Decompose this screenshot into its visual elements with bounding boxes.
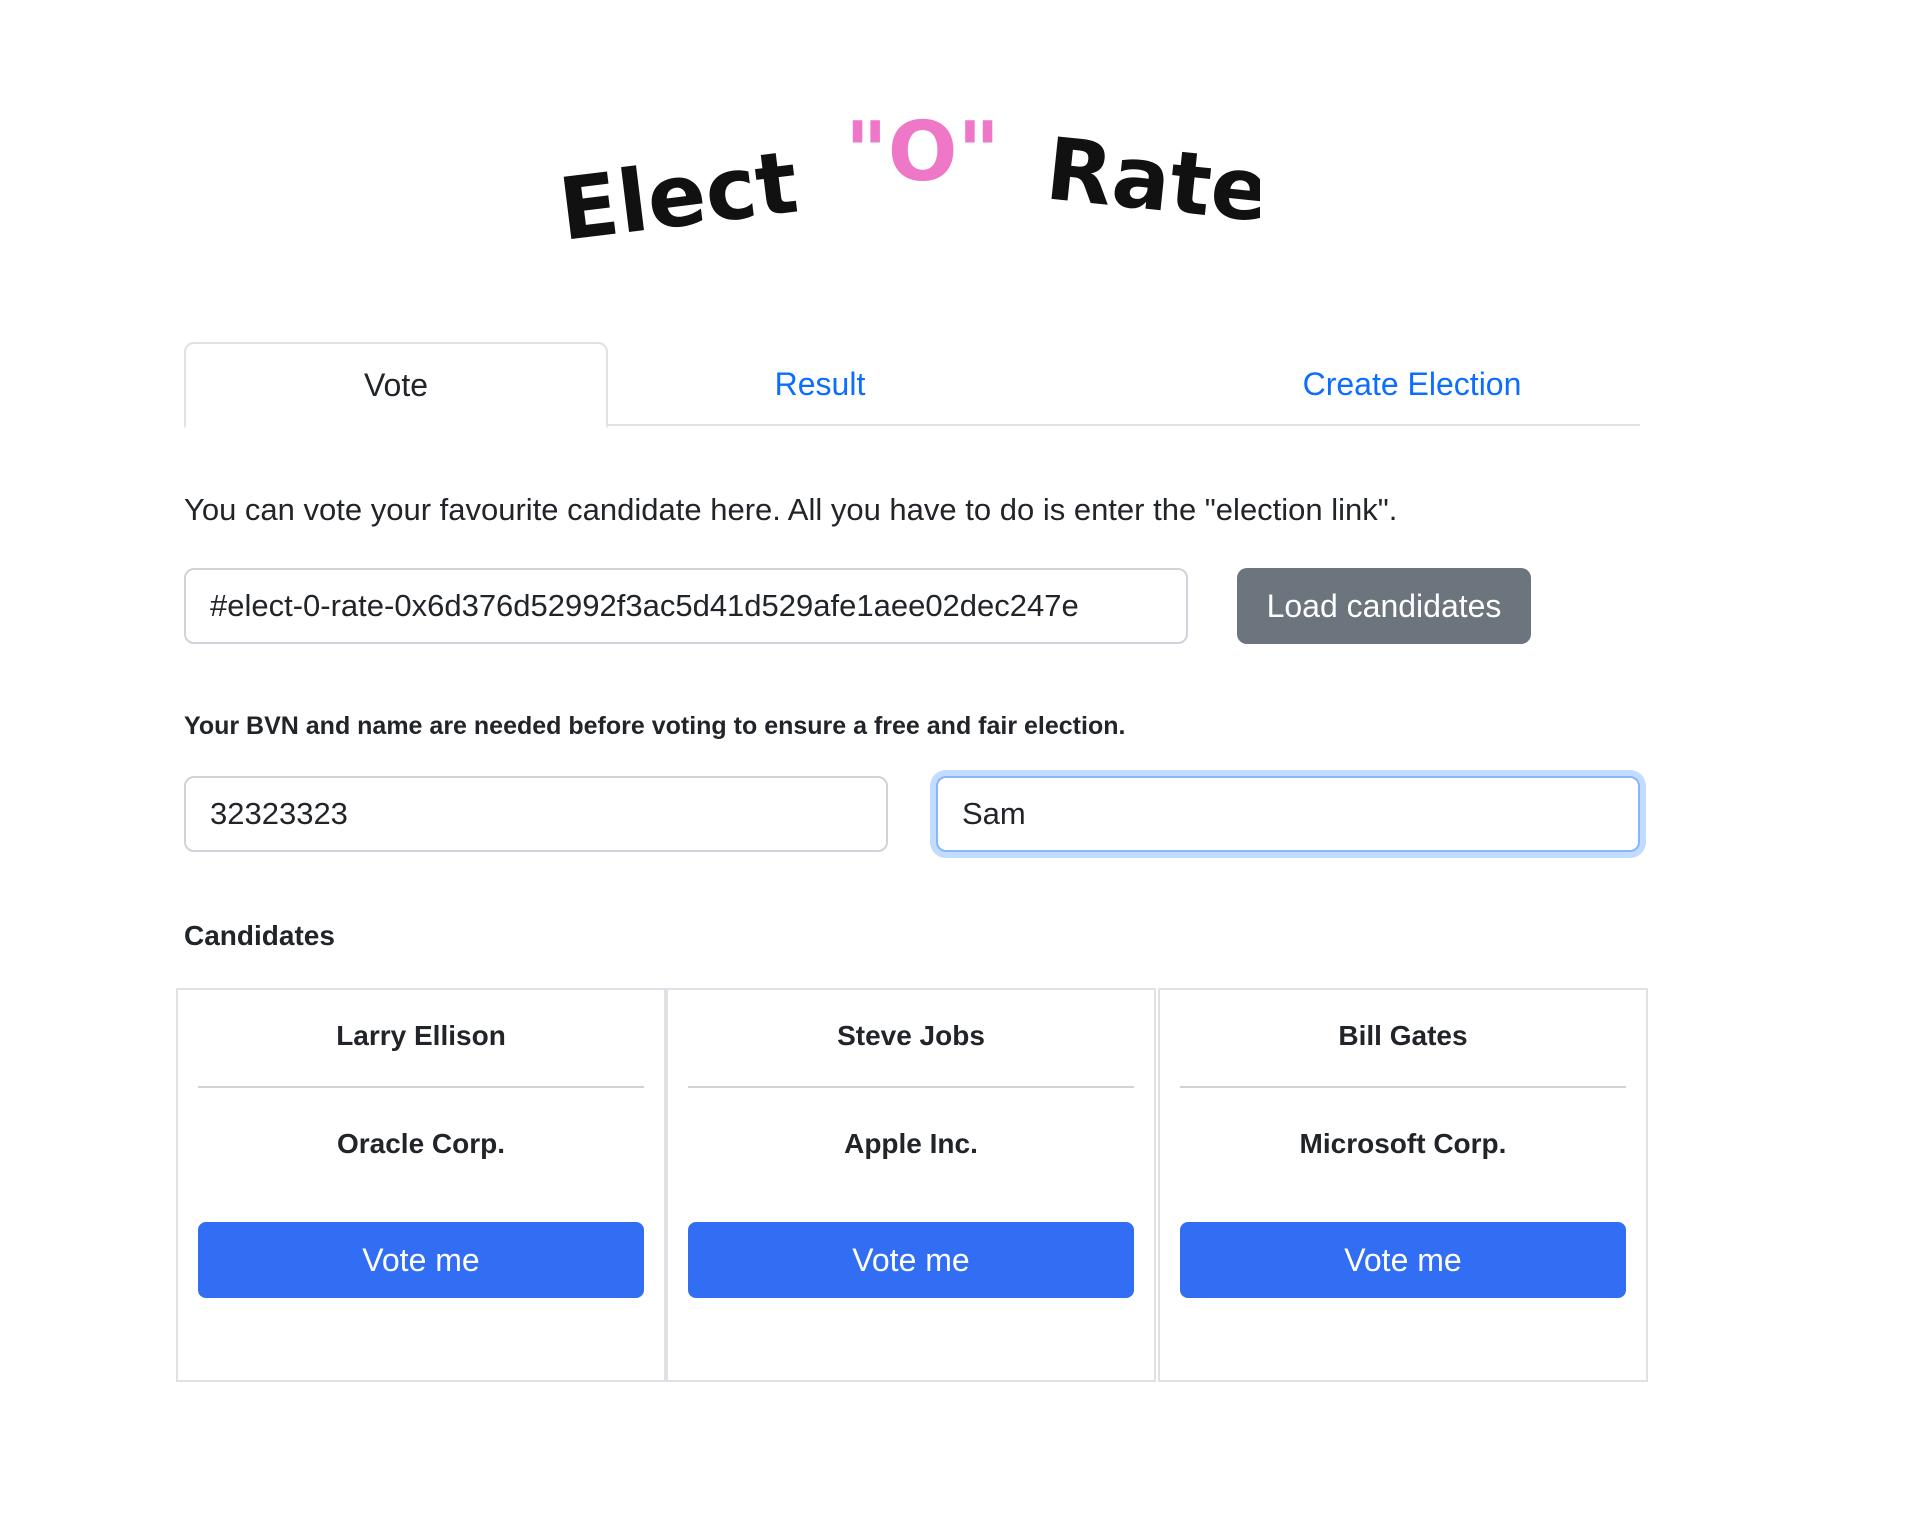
- name-input[interactable]: Sam: [936, 776, 1640, 852]
- candidates-list: Larry Ellison Oracle Corp. Vote me Steve…: [176, 988, 1648, 1382]
- main-tabs: Vote Result Create Election: [184, 342, 1640, 428]
- vote-intro-text: You can vote your favourite candidate he…: [184, 492, 1398, 527]
- election-link-input[interactable]: #elect-0-rate-0x6d376d52992f3ac5d41d529a…: [184, 568, 1188, 644]
- card-divider: [1180, 1086, 1626, 1088]
- logo-word-elect: Elect: [554, 133, 803, 260]
- logo-word-o: "O": [845, 110, 1000, 200]
- vote-button-steve-jobs[interactable]: Vote me: [688, 1222, 1134, 1298]
- load-candidates-button[interactable]: Load candidates: [1237, 568, 1531, 644]
- logo-word-rate: Rate: [1041, 119, 1260, 242]
- card-divider: [198, 1086, 644, 1088]
- bvn-note: Your BVN and name are needed before voti…: [184, 712, 1126, 740]
- candidates-heading: Candidates: [184, 920, 335, 951]
- candidate-name: Larry Ellison: [336, 1020, 506, 1051]
- app-logo: Elect "O" Rate: [540, 110, 1260, 260]
- candidate-name: Steve Jobs: [837, 1020, 985, 1051]
- candidate-company: Apple Inc.: [844, 1128, 978, 1159]
- candidate-card: Steve Jobs Apple Inc. Vote me: [666, 988, 1156, 1382]
- vote-button-bill-gates[interactable]: Vote me: [1180, 1222, 1626, 1298]
- tab-result[interactable]: Result: [608, 342, 1032, 426]
- candidate-name: Bill Gates: [1338, 1020, 1468, 1051]
- candidate-company: Microsoft Corp.: [1299, 1128, 1507, 1159]
- bvn-input[interactable]: 32323323: [184, 776, 888, 852]
- tab-create-election[interactable]: Create Election: [1184, 342, 1640, 426]
- card-divider: [688, 1086, 1134, 1088]
- candidate-card: Larry Ellison Oracle Corp. Vote me: [176, 988, 666, 1382]
- candidate-card: Bill Gates Microsoft Corp. Vote me: [1158, 988, 1648, 1382]
- vote-button-larry-ellison[interactable]: Vote me: [198, 1222, 644, 1298]
- candidate-company: Oracle Corp.: [336, 1128, 506, 1159]
- tab-vote[interactable]: Vote: [184, 342, 608, 428]
